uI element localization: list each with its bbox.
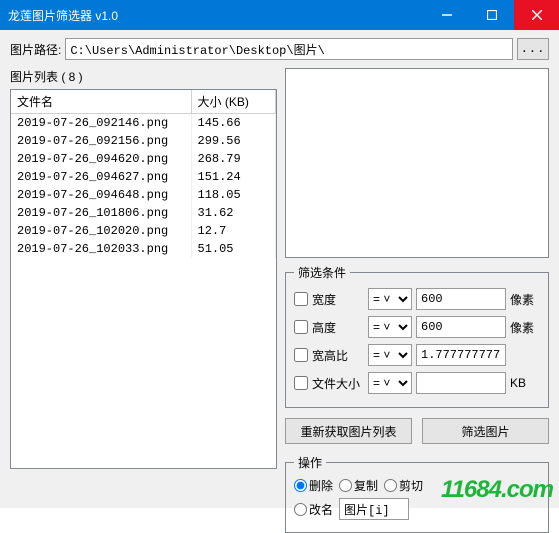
filter-height-check[interactable] — [294, 320, 308, 334]
filter-width-label: 宽度 — [312, 291, 364, 308]
table-row[interactable]: 2019-07-26_094620.png268.79 — [11, 150, 276, 168]
ops-fieldset: 操作 删除 复制 剪切 改名 — [285, 454, 549, 533]
preview-pane — [285, 68, 549, 258]
filter-width-value[interactable] — [416, 288, 506, 310]
browse-button[interactable]: ... — [517, 38, 549, 60]
op-rename-radio[interactable] — [294, 503, 307, 516]
filter-filesize-value[interactable] — [416, 372, 506, 394]
op-copy[interactable]: 复制 — [339, 477, 378, 494]
filter-ratio-value[interactable] — [416, 344, 506, 366]
filter-filesize-row: 文件大小 = ˅ KB — [294, 371, 540, 395]
filter-filesize-op[interactable]: = ˅ — [368, 372, 412, 394]
table-row[interactable]: 2019-07-26_094627.png151.24 — [11, 168, 276, 186]
cell-size: 299.56 — [191, 132, 276, 150]
col-size[interactable]: 大小 (KB) — [191, 90, 276, 114]
content-area: 图片路径: ... 图片列表 ( 8 ) 文件名 大小 (KB) 2019-07… — [0, 30, 559, 508]
filter-width-check[interactable] — [294, 292, 308, 306]
op-cut-radio[interactable] — [384, 479, 397, 492]
filter-legend: 筛选条件 — [294, 264, 350, 281]
filter-ratio-check[interactable] — [294, 348, 308, 362]
cell-filename: 2019-07-26_094620.png — [11, 150, 191, 168]
filter-images-button[interactable]: 筛选图片 — [422, 418, 549, 444]
minimize-button[interactable] — [424, 0, 469, 30]
filter-height-unit: 像素 — [510, 319, 540, 336]
cell-filename: 2019-07-26_092156.png — [11, 132, 191, 150]
filter-width-unit: 像素 — [510, 291, 540, 308]
filter-filesize-label: 文件大小 — [312, 375, 364, 392]
close-button[interactable] — [514, 0, 559, 30]
file-table: 文件名 大小 (KB) 2019-07-26_092146.png145.662… — [10, 89, 277, 469]
table-row[interactable]: 2019-07-26_092146.png145.66 — [11, 114, 276, 133]
col-filename[interactable]: 文件名 — [11, 90, 191, 114]
cell-size: 145.66 — [191, 114, 276, 133]
cell-size: 151.24 — [191, 168, 276, 186]
rename-pattern-input[interactable] — [339, 498, 409, 520]
filter-ratio-row: 宽高比 = ˅ — [294, 343, 540, 367]
path-label: 图片路径: — [10, 41, 61, 58]
filter-filesize-unit: KB — [510, 376, 540, 390]
filter-width-row: 宽度 = ˅ 像素 — [294, 287, 540, 311]
filter-ratio-label: 宽高比 — [312, 347, 364, 364]
cell-size: 31.62 — [191, 204, 276, 222]
filter-height-op[interactable]: = ˅ — [368, 316, 412, 338]
filter-ratio-op[interactable]: = ˅ — [368, 344, 412, 366]
cell-size: 51.05 — [191, 240, 276, 258]
list-count-label: 图片列表 ( 8 ) — [10, 68, 277, 85]
filter-fieldset: 筛选条件 宽度 = ˅ 像素 高度 = ˅ 像素 宽高比 — [285, 264, 549, 408]
reload-list-button[interactable]: 重新获取图片列表 — [285, 418, 412, 444]
ops-row-2: 改名 — [294, 498, 540, 520]
cell-filename: 2019-07-26_102020.png — [11, 222, 191, 240]
table-row[interactable]: 2019-07-26_094648.png118.05 — [11, 186, 276, 204]
table-row[interactable]: 2019-07-26_101806.png31.62 — [11, 204, 276, 222]
cell-filename: 2019-07-26_092146.png — [11, 114, 191, 133]
cell-filename: 2019-07-26_094627.png — [11, 168, 191, 186]
titlebar: 龙莲图片筛选器 v1.0 — [0, 0, 559, 30]
cell-filename: 2019-07-26_102033.png — [11, 240, 191, 258]
op-delete-radio[interactable] — [294, 479, 307, 492]
cell-size: 12.7 — [191, 222, 276, 240]
left-column: 图片列表 ( 8 ) 文件名 大小 (KB) 2019-07-26_092146… — [10, 68, 277, 533]
path-input[interactable] — [65, 38, 513, 60]
action-row: 重新获取图片列表 筛选图片 — [285, 418, 549, 444]
window-title: 龙莲图片筛选器 v1.0 — [8, 7, 424, 24]
ops-row-1: 删除 复制 剪切 — [294, 477, 540, 494]
filter-width-op[interactable]: = ˅ — [368, 288, 412, 310]
table-row[interactable]: 2019-07-26_102020.png12.7 — [11, 222, 276, 240]
filter-height-label: 高度 — [312, 319, 364, 336]
op-rename[interactable]: 改名 — [294, 501, 333, 518]
right-column: 筛选条件 宽度 = ˅ 像素 高度 = ˅ 像素 宽高比 — [285, 68, 549, 533]
op-cut[interactable]: 剪切 — [384, 477, 423, 494]
table-row[interactable]: 2019-07-26_102033.png51.05 — [11, 240, 276, 258]
cell-size: 118.05 — [191, 186, 276, 204]
maximize-button[interactable] — [469, 0, 514, 30]
op-delete[interactable]: 删除 — [294, 477, 333, 494]
op-copy-radio[interactable] — [339, 479, 352, 492]
ops-legend: 操作 — [294, 454, 326, 471]
cell-filename: 2019-07-26_094648.png — [11, 186, 191, 204]
filter-height-value[interactable] — [416, 316, 506, 338]
filter-filesize-check[interactable] — [294, 376, 308, 390]
cell-size: 268.79 — [191, 150, 276, 168]
table-row[interactable]: 2019-07-26_092156.png299.56 — [11, 132, 276, 150]
main-row: 图片列表 ( 8 ) 文件名 大小 (KB) 2019-07-26_092146… — [10, 68, 549, 533]
cell-filename: 2019-07-26_101806.png — [11, 204, 191, 222]
filter-height-row: 高度 = ˅ 像素 — [294, 315, 540, 339]
path-row: 图片路径: ... — [10, 38, 549, 60]
